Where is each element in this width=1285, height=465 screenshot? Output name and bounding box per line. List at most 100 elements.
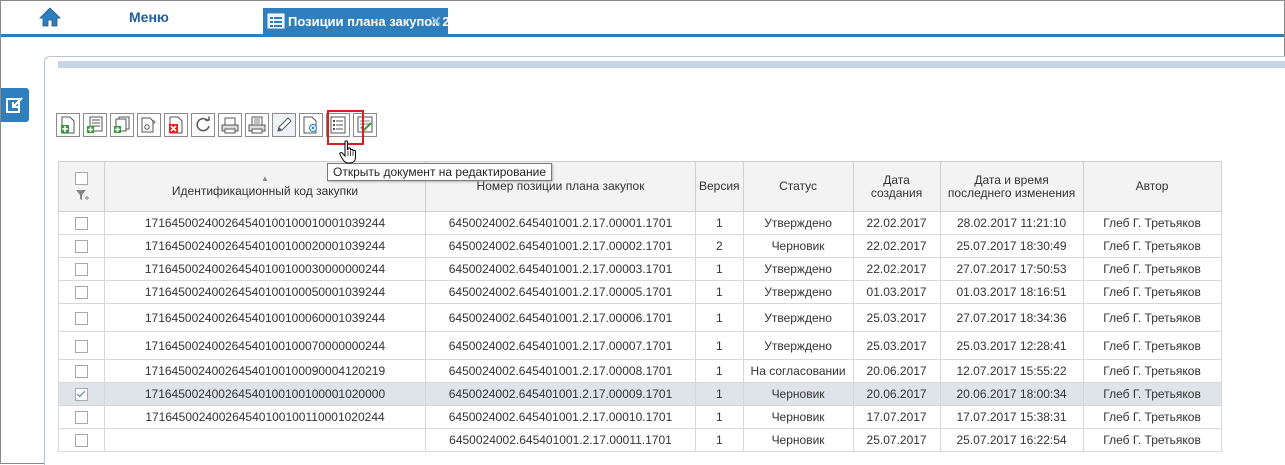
created-date-cell: 25.07.2017 xyxy=(852,428,941,452)
table-row[interactable]: 171645002400264540100100050001039244 6450… xyxy=(58,280,1222,304)
created-date-cell: 22.02.2017 xyxy=(852,257,941,281)
created-date-cell: 20.06.2017 xyxy=(852,382,941,406)
purchase-id-cell: 171645002400264540100100110001020244 xyxy=(104,405,426,429)
row-checkbox[interactable] xyxy=(75,434,88,448)
author-cell: Глеб Г. Третьяков xyxy=(1082,428,1222,452)
version-cell: 1 xyxy=(695,280,744,304)
delete-document-icon xyxy=(169,116,183,134)
row-select-cell[interactable] xyxy=(58,359,105,383)
top-tab-bar xyxy=(1,1,1284,35)
table-row[interactable]: 171645002400264540100100020001039244 6450… xyxy=(58,234,1222,258)
table-row[interactable]: 171645002400264540100100010001039244 6450… xyxy=(58,211,1222,235)
version-cell: 1 xyxy=(695,359,744,383)
tab-purchase-plan-positions[interactable]: Позиции плана закупок 200 ✕ xyxy=(263,8,464,35)
row-select-cell[interactable] xyxy=(58,303,105,332)
version-cell: 1 xyxy=(695,405,744,429)
last-modified-cell: 25.03.2017 12:28:41 xyxy=(939,331,1084,360)
print-icon xyxy=(221,117,239,134)
position-number-cell: 6450024002.645401001.2.17.00010.1701 xyxy=(425,405,696,429)
last-modified-cell: 17.07.2017 15:38:31 xyxy=(939,405,1084,429)
table-row[interactable]: 171645002400264540100100110001020244 6450… xyxy=(58,405,1222,429)
column-header-version[interactable]: Версия xyxy=(695,161,744,212)
print-list-button[interactable] xyxy=(245,113,269,137)
table-row[interactable]: 171645002400264540100100100001020000 6450… xyxy=(58,382,1222,406)
last-modified-cell: 27.07.2017 17:50:53 xyxy=(939,257,1084,281)
row-checkbox[interactable] xyxy=(75,339,88,353)
last-modified-cell: 25.07.2017 16:22:54 xyxy=(939,428,1084,452)
position-number-cell: 6450024002.645401001.2.17.00005.1701 xyxy=(425,280,696,304)
view-document-button[interactable] xyxy=(299,113,323,137)
refresh-icon xyxy=(196,116,210,132)
table-row[interactable]: 171645002400264540100100070000000244 6450… xyxy=(58,331,1222,360)
delete-document-button[interactable] xyxy=(164,113,188,137)
side-panel-button[interactable] xyxy=(1,88,29,122)
table-row[interactable]: 171645002400264540100100060001039244 6450… xyxy=(58,303,1222,332)
row-checkbox[interactable] xyxy=(75,411,88,425)
document-key-button[interactable] xyxy=(137,113,161,137)
position-number-cell: 6450024002.645401001.2.17.00001.1701 xyxy=(425,211,696,235)
filter-icon[interactable] xyxy=(75,188,89,202)
column-header-author[interactable]: Автор xyxy=(1082,161,1222,212)
hand-cursor-icon xyxy=(339,140,356,164)
last-modified-cell: 20.06.2017 18:00:34 xyxy=(939,382,1084,406)
row-select-cell[interactable] xyxy=(58,234,105,258)
status-cell: Утверждено xyxy=(742,303,854,332)
purchase-id-cell: 171645002400264540100100020001039244 xyxy=(104,234,426,258)
edit-document-button[interactable] xyxy=(272,113,296,137)
purchase-id-cell: 171645002400264540100100010001039244 xyxy=(104,211,426,235)
row-select-cell[interactable] xyxy=(58,211,105,235)
column-header-status[interactable]: Статус xyxy=(742,161,854,212)
add-list-button[interactable] xyxy=(83,113,107,137)
add-document-button[interactable] xyxy=(56,113,80,137)
row-checkbox[interactable] xyxy=(75,240,88,254)
row-checkbox[interactable] xyxy=(75,311,88,325)
purchase-id-cell: 171645002400264540100100050001039244 xyxy=(104,280,426,304)
status-cell: На согласовании xyxy=(742,359,854,383)
row-select-cell[interactable] xyxy=(58,382,105,406)
copy-document-button[interactable] xyxy=(110,113,134,137)
row-select-cell[interactable] xyxy=(58,257,105,281)
row-select-cell[interactable] xyxy=(58,405,105,429)
version-cell: 2 xyxy=(695,234,744,258)
column-header-created-date[interactable]: Дата создания xyxy=(852,161,941,212)
row-select-cell[interactable] xyxy=(58,428,105,452)
purchase-plan-table: ▲ Идентификационный код закупки Номер поз… xyxy=(58,161,1222,452)
row-select-cell[interactable] xyxy=(58,280,105,304)
pencil-icon xyxy=(277,117,292,132)
list-icon xyxy=(267,13,285,29)
table-row[interactable]: 171645002400264540100100030000000244 6450… xyxy=(58,257,1222,281)
position-number-cell: 6450024002.645401001.2.17.00008.1701 xyxy=(425,359,696,383)
version-cell: 1 xyxy=(695,257,744,281)
print-button[interactable] xyxy=(218,113,242,137)
status-cell: Черновик xyxy=(742,234,854,258)
author-cell: Глеб Г. Третьяков xyxy=(1082,405,1222,429)
row-checkbox[interactable] xyxy=(75,286,88,300)
refresh-button[interactable] xyxy=(191,113,215,137)
select-all-checkbox[interactable] xyxy=(75,171,88,185)
version-cell: 1 xyxy=(695,303,744,332)
close-icon[interactable]: ✕ xyxy=(430,13,442,30)
status-cell: Утверждено xyxy=(742,280,854,304)
created-date-cell: 20.06.2017 xyxy=(852,359,941,383)
row-checkbox[interactable] xyxy=(75,365,88,379)
row-checkbox[interactable] xyxy=(75,388,88,402)
last-modified-cell: 27.07.2017 18:34:36 xyxy=(939,303,1084,332)
menu-link[interactable]: Меню xyxy=(129,9,169,25)
row-checkbox[interactable] xyxy=(75,263,88,277)
add-list-icon xyxy=(87,116,103,133)
last-modified-cell: 01.03.2017 18:16:51 xyxy=(939,280,1084,304)
home-icon[interactable] xyxy=(38,6,62,28)
row-checkbox[interactable] xyxy=(75,217,88,231)
author-cell: Глеб Г. Третьяков xyxy=(1082,303,1222,332)
position-number-cell: 6450024002.645401001.2.17.00003.1701 xyxy=(425,257,696,281)
table-row[interactable]: 171645002400264540100100090004120219 6450… xyxy=(58,359,1222,383)
select-all-header[interactable] xyxy=(58,161,105,212)
column-header-last-modified[interactable]: Дата и время последнего изменения xyxy=(939,161,1084,212)
status-cell: Черновик xyxy=(742,405,854,429)
row-select-cell[interactable] xyxy=(58,331,105,360)
position-number-cell: 6450024002.645401001.2.17.00011.1701 xyxy=(425,428,696,452)
status-cell: Утверждено xyxy=(742,211,854,235)
table-row[interactable]: 6450024002.645401001.2.17.00011.1701 1 Чер… xyxy=(58,428,1222,452)
version-cell: 1 xyxy=(695,211,744,235)
view-document-icon xyxy=(303,116,317,134)
